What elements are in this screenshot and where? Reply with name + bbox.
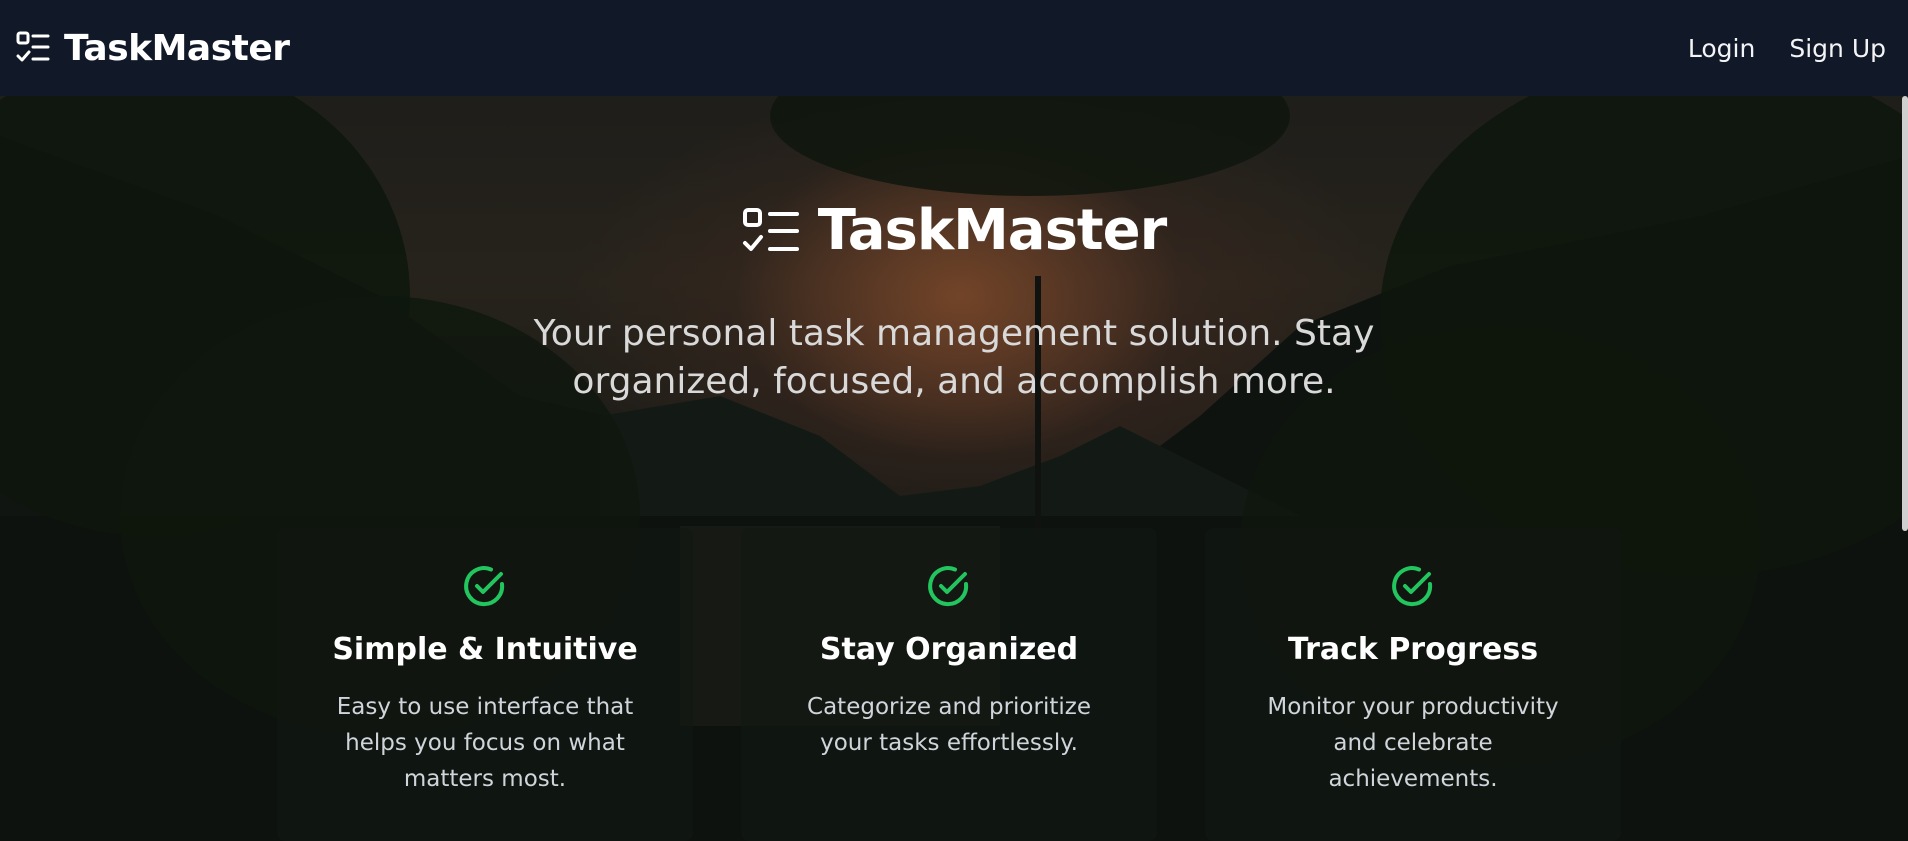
nav-links: Login Sign Up bbox=[1688, 34, 1886, 63]
feature-card: Simple & Intuitive Easy to use interface… bbox=[277, 528, 693, 841]
feature-card: Stay Organized Categorize and prioritize… bbox=[741, 528, 1157, 841]
page-scrollbar[interactable] bbox=[1902, 96, 1908, 531]
hero-title: TaskMaster bbox=[0, 198, 1908, 263]
brand-name: TaskMaster bbox=[64, 27, 290, 69]
signup-link[interactable]: Sign Up bbox=[1789, 34, 1886, 63]
feature-card: Track Progress Monitor your productivity… bbox=[1205, 528, 1621, 841]
feature-description: Monitor your productivity and celebrate … bbox=[1267, 694, 1559, 792]
features-section: Simple & Intuitive Easy to use interface… bbox=[277, 528, 1623, 841]
checklist-icon bbox=[16, 31, 50, 62]
hero-title-text: TaskMaster bbox=[817, 198, 1168, 263]
feature-description: Categorize and prioritize your tasks eff… bbox=[807, 694, 1091, 756]
feature-title: Track Progress bbox=[1287, 632, 1539, 667]
hero-subtitle: Your personal task management solution. … bbox=[533, 313, 1375, 402]
checklist-icon bbox=[742, 207, 799, 251]
hero-section: TaskMaster Your personal task management… bbox=[0, 96, 1908, 841]
top-navbar: TaskMaster Login Sign Up bbox=[0, 0, 1908, 96]
check-circle-icon bbox=[464, 566, 505, 607]
feature-title: Simple & Intuitive bbox=[332, 632, 638, 667]
login-link[interactable]: Login bbox=[1688, 34, 1755, 63]
feature-title: Stay Organized bbox=[819, 632, 1079, 667]
check-circle-icon bbox=[928, 566, 969, 607]
brand-link[interactable]: TaskMaster bbox=[16, 28, 290, 69]
check-circle-icon bbox=[1392, 566, 1433, 607]
feature-description: Easy to use interface that helps you foc… bbox=[336, 694, 634, 792]
